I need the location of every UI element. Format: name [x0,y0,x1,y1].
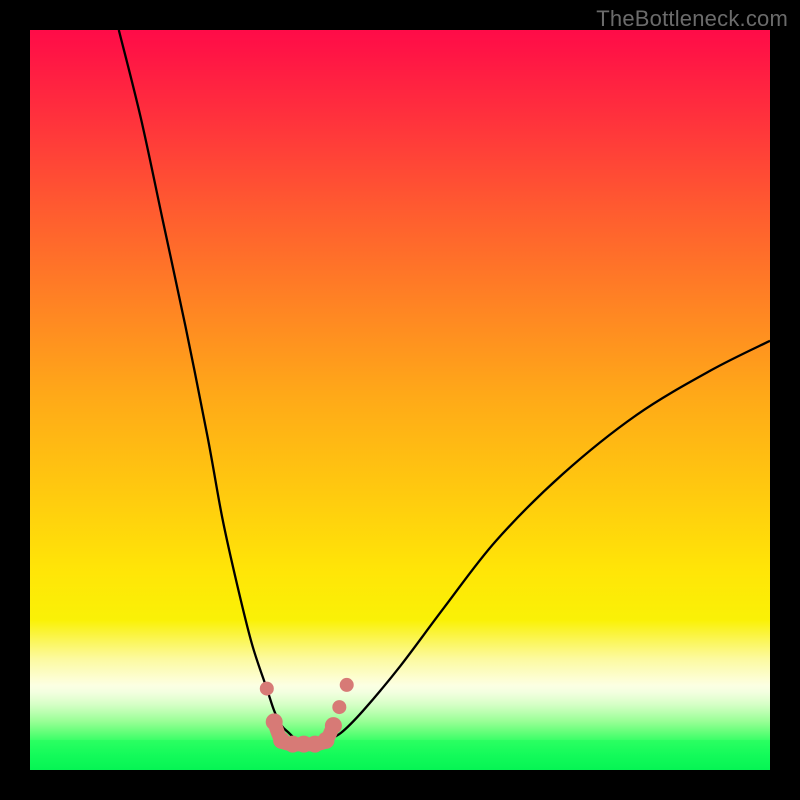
valley-dot [325,717,342,734]
valley-dot [266,713,283,730]
right-curve [326,341,770,741]
watermark-text: TheBottleneck.com [596,6,788,32]
chart-root: TheBottleneck.com [0,0,800,800]
valley-dot [340,678,354,692]
left-curve [119,30,297,740]
valley-dot [318,732,335,749]
plot-area [30,30,770,770]
valley-dot [332,700,346,714]
curve-layer [30,30,770,770]
valley-dots [260,678,354,753]
valley-dot [260,682,274,696]
